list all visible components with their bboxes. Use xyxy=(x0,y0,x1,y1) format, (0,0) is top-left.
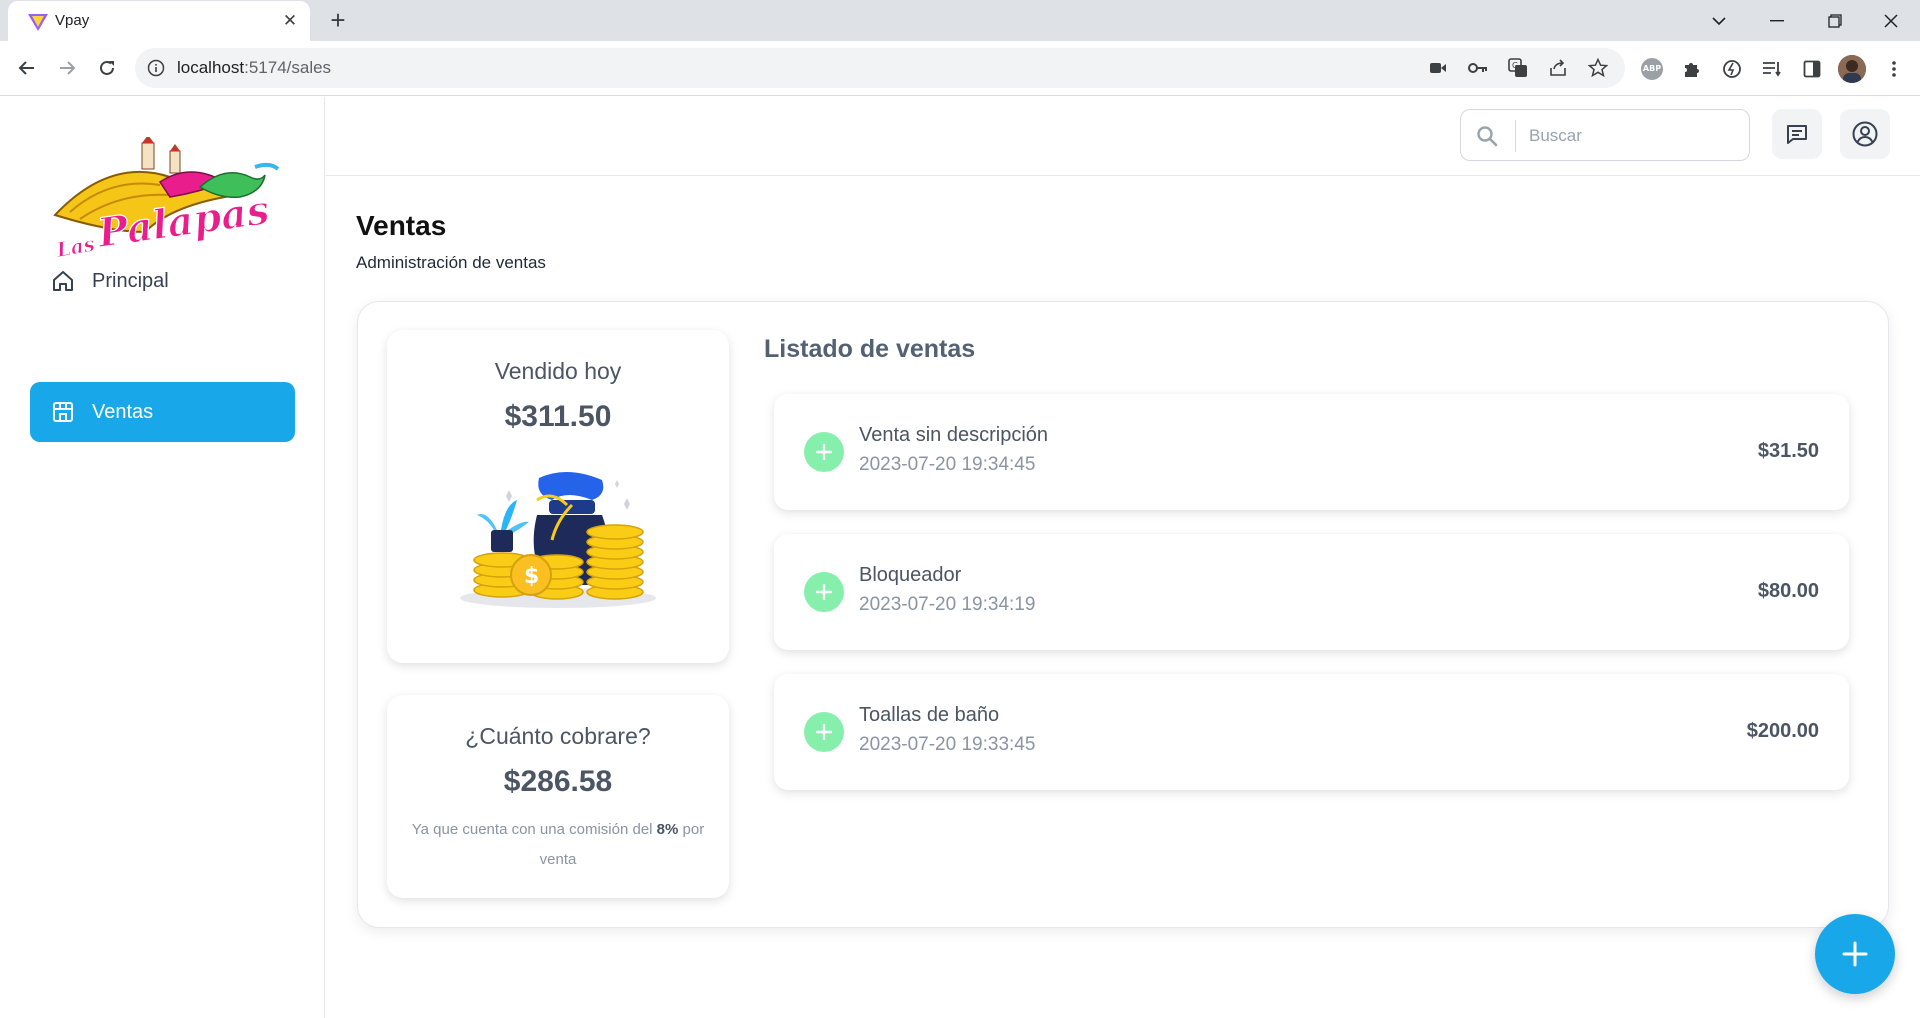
messages-button[interactable] xyxy=(1772,109,1822,159)
sale-description: Bloqueador xyxy=(859,564,962,586)
reading-list-icon[interactable] xyxy=(1760,57,1784,81)
sold-today-value: $311.50 xyxy=(504,400,612,433)
browser-toolbar: localhost:5174/sales G ABP xyxy=(0,41,1920,96)
money-bag-illustration: $ xyxy=(460,471,656,608)
sidebar-item-principal[interactable]: Principal xyxy=(30,251,295,311)
chat-icon xyxy=(1787,125,1807,144)
sale-list-item[interactable]: Venta sin descripción 2023-07-20 19:34:4… xyxy=(774,394,1849,510)
to-collect-title: ¿Cuánto cobrare? xyxy=(465,723,651,749)
browser-tab[interactable]: Vpay ✕ xyxy=(8,1,310,41)
sale-list-item[interactable]: Bloqueador 2023-07-20 19:34:19 $80.00 xyxy=(774,534,1849,650)
sale-amount: $200.00 xyxy=(1746,720,1819,742)
camera-icon[interactable] xyxy=(1427,57,1449,79)
search-input[interactable] xyxy=(1529,122,1739,150)
search-box xyxy=(1460,109,1750,161)
sidebar-item-ventas[interactable]: Ventas xyxy=(30,382,295,442)
app-topbar xyxy=(326,97,1920,176)
close-window-button[interactable] xyxy=(1862,0,1920,41)
sale-amount: $31.50 xyxy=(1757,440,1819,462)
add-sale-button[interactable] xyxy=(1815,914,1895,994)
sale-date: 2023-07-20 19:34:19 xyxy=(859,594,1036,615)
page-subtitle: Administración de ventas xyxy=(356,253,546,272)
sync-extension-icon[interactable] xyxy=(1720,57,1744,81)
sale-date: 2023-07-20 19:34:45 xyxy=(859,454,1036,475)
address-bar[interactable]: localhost:5174/sales G xyxy=(135,48,1625,88)
plus-icon xyxy=(804,432,844,472)
to-collect-value: $286.58 xyxy=(503,765,613,798)
profile-avatar[interactable] xyxy=(1838,55,1866,83)
sold-today-card: Vendido hoy $311.50 $ xyxy=(387,330,729,663)
sidebar-item-label: Principal xyxy=(92,269,169,292)
bookmark-star-icon[interactable] xyxy=(1587,57,1609,79)
plus-icon xyxy=(804,572,844,612)
extensions-puzzle-icon[interactable] xyxy=(1680,57,1704,81)
home-icon xyxy=(50,268,76,294)
browser-menu-icon[interactable] xyxy=(1882,57,1906,81)
user-circle-icon xyxy=(1852,121,1878,147)
las-palapas-logo[interactable]: Las Palapas xyxy=(50,137,280,267)
tab-title: Vpay xyxy=(55,12,90,29)
minimize-button[interactable] xyxy=(1748,0,1806,41)
sales-list-title: Listado de ventas xyxy=(764,335,976,363)
search-divider xyxy=(1515,120,1516,152)
share-icon[interactable] xyxy=(1547,57,1569,79)
site-info-icon[interactable] xyxy=(147,59,165,77)
browser-tabstrip: Vpay ✕ + xyxy=(0,0,1920,41)
sale-description: Venta sin descripción xyxy=(859,424,1049,446)
new-tab-button[interactable]: + xyxy=(324,7,352,35)
commission-percent: 8% xyxy=(656,821,679,838)
sidebar-item-label: Ventas xyxy=(92,400,154,423)
side-panel-icon[interactable] xyxy=(1800,57,1824,81)
sale-description: Toallas de baño xyxy=(859,704,1000,726)
svg-text:G: G xyxy=(1512,61,1518,70)
vite-icon xyxy=(28,14,48,31)
plus-icon xyxy=(1842,941,1868,967)
tab-search-icon[interactable] xyxy=(1690,0,1748,41)
restore-button[interactable] xyxy=(1806,0,1864,41)
search-icon xyxy=(1477,126,1498,147)
adblock-icon[interactable]: ABP xyxy=(1640,57,1664,81)
url-text[interactable]: localhost:5174/sales xyxy=(177,58,331,78)
sale-amount: $80.00 xyxy=(1757,580,1819,602)
page-title: Ventas xyxy=(356,210,447,241)
sold-today-title: Vendido hoy xyxy=(494,358,622,384)
to-collect-card: ¿Cuánto cobrare? $286.58 Ya que cuenta c… xyxy=(387,695,729,898)
plus-icon xyxy=(804,712,844,752)
close-tab-icon[interactable]: ✕ xyxy=(279,10,301,32)
sale-list-item[interactable]: Toallas de baño 2023-07-20 19:33:45 $200… xyxy=(774,674,1849,790)
svg-text:$: $ xyxy=(524,564,539,589)
back-button[interactable] xyxy=(10,51,44,85)
sale-date: 2023-07-20 19:33:45 xyxy=(859,734,1036,755)
store-icon xyxy=(50,399,76,425)
sidebar: Las Palapas Principal Ventas xyxy=(0,97,325,1018)
user-account-button[interactable] xyxy=(1840,109,1890,159)
translate-icon[interactable]: G xyxy=(1507,57,1529,79)
commission-note: Ya que cuenta con una comisión del 8% po… xyxy=(411,821,705,868)
forward-button[interactable] xyxy=(50,51,84,85)
reload-button[interactable] xyxy=(90,51,124,85)
key-icon[interactable] xyxy=(1467,57,1489,79)
